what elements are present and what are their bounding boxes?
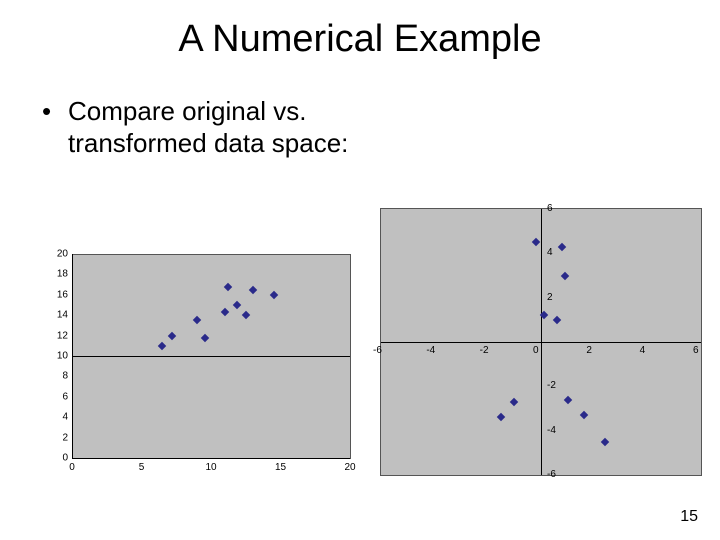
chart-transformed-point: [497, 413, 505, 421]
chart-transformed: -6-4-20246-6-4-2246: [380, 208, 702, 476]
chart-transformed-x-axis: [381, 342, 701, 343]
chart-original-x-tick: 0: [60, 462, 84, 473]
chart-original-y-tick: 18: [42, 269, 68, 280]
chart-transformed-y-tick: -6: [547, 469, 556, 480]
chart-original-y-tick: 2: [42, 432, 68, 443]
chart-transformed-x-tick: 6: [693, 345, 699, 356]
chart-transformed-y-tick: 4: [547, 247, 553, 258]
chart-transformed-y-tick: 2: [547, 292, 553, 303]
chart-original-y-tick: 20: [42, 249, 68, 260]
chart-transformed-point: [601, 438, 609, 446]
chart-original: 0246810121416182005101520: [36, 250, 358, 476]
chart-original-y-tick: 12: [42, 330, 68, 341]
chart-original-y-tick: 16: [42, 289, 68, 300]
chart-transformed-point: [558, 242, 566, 250]
chart-transformed-x-tick: 0: [533, 345, 539, 356]
chart-original-y-tick: 6: [42, 391, 68, 402]
chart-transformed-x-tick: -2: [480, 345, 489, 356]
bullet-block: • Compare original vs. transformed data …: [42, 96, 382, 159]
chart-original-x-tick: 5: [130, 462, 154, 473]
chart-original-x-tick: 10: [199, 462, 223, 473]
chart-original-x-tick: 20: [338, 462, 362, 473]
chart-original-x-axis: [72, 458, 350, 459]
chart-transformed-y-tick: -4: [547, 425, 556, 436]
chart-transformed-point: [531, 238, 539, 246]
chart-transformed-point: [561, 271, 569, 279]
bullet-text: Compare original vs. transformed data sp…: [68, 96, 382, 159]
chart-transformed-point: [553, 316, 561, 324]
chart-original-y-tick: 4: [42, 412, 68, 423]
chart-transformed-point: [579, 411, 587, 419]
chart-transformed-y-tick: -2: [547, 380, 556, 391]
chart-transformed-point: [563, 395, 571, 403]
chart-transformed-y-tick: 6: [547, 203, 553, 214]
chart-original-x-tick: 15: [269, 462, 293, 473]
chart-original-gridline: [72, 356, 350, 357]
chart-original-y-tick: 8: [42, 371, 68, 382]
chart-transformed-x-tick: 2: [586, 345, 592, 356]
bullet-item: • Compare original vs. transformed data …: [42, 96, 382, 159]
chart-transformed-x-tick: -4: [426, 345, 435, 356]
bullet-dot-icon: •: [42, 96, 68, 159]
page-title: A Numerical Example: [0, 18, 720, 61]
chart-transformed-x-tick: -6: [373, 345, 382, 356]
chart-transformed-point: [510, 398, 518, 406]
chart-original-y-tick: 10: [42, 351, 68, 362]
chart-transformed-x-tick: 4: [640, 345, 646, 356]
chart-original-y-tick: 14: [42, 310, 68, 321]
page-number: 15: [680, 508, 698, 526]
slide: A Numerical Example • Compare original v…: [0, 0, 720, 540]
